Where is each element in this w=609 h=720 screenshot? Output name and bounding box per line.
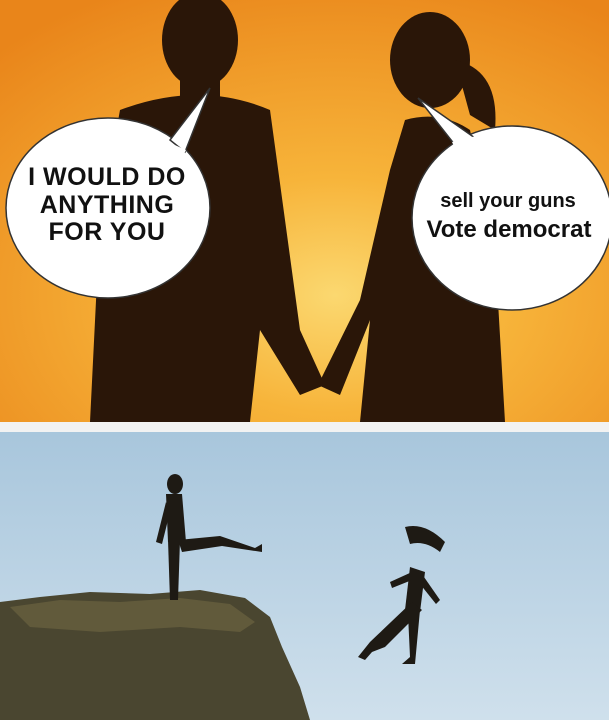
panel-divider <box>0 422 609 432</box>
man-speech-text: I WOULD DO ANYTHING FOR YOU <box>28 163 186 246</box>
top-panel: I WOULD DO ANYTHING FOR YOU sell your gu… <box>0 0 609 422</box>
woman-speech-line2: Vote democrat <box>426 216 592 243</box>
woman-speech-line1: sell your guns <box>440 190 576 212</box>
cliff-kick-scene <box>0 432 609 720</box>
bottom-panel <box>0 432 609 720</box>
